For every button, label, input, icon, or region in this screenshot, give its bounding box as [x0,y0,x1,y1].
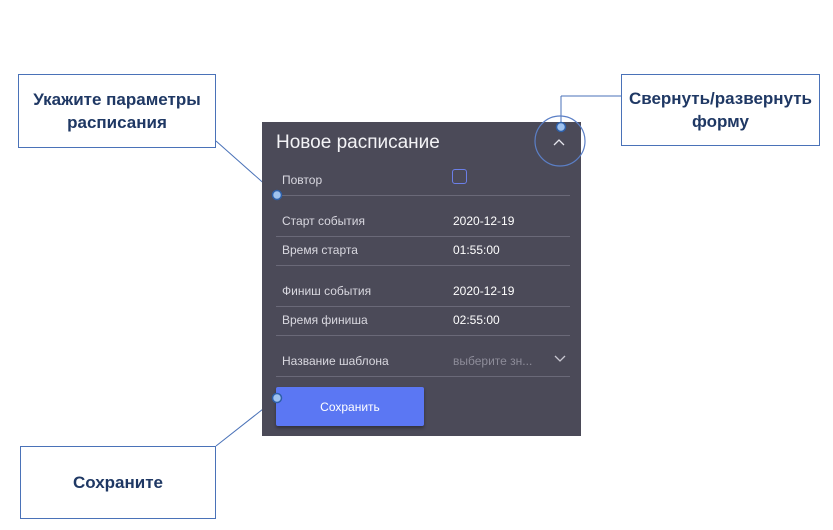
row-template[interactable]: Название шаблона выберите зн... [276,347,570,377]
callout-save-text: Сохраните [72,473,164,492]
start-time-field[interactable]: 01:55:00 [453,243,500,257]
end-time-field[interactable]: 02:55:00 [453,313,500,327]
end-date-label: Финиш события [282,284,372,298]
start-date-label: Старт события [282,214,365,228]
callout-collapse-line2: форму [691,112,749,131]
start-time-label: Время старта [282,243,358,257]
row-end-time: Время финиша 02:55:00 [276,306,570,336]
row-start-date: Старт события 2020-12-19 [276,207,570,237]
schedule-form: Новое расписание Повтор Старт события 20… [262,122,581,436]
chevron-down-icon[interactable] [554,355,566,363]
callout-collapse-line1: Свернуть/развернуть [628,89,813,108]
collapse-button[interactable] [549,132,569,152]
form-title: Новое расписание [276,132,440,153]
row-repeat: Повтор [276,166,570,196]
end-date-field[interactable]: 2020-12-19 [453,284,514,298]
chevron-up-icon [553,139,565,146]
callout-collapse: Свернуть/развернуть форму [621,74,820,146]
repeat-label: Повтор [282,173,323,187]
row-start-time: Время старта 01:55:00 [276,236,570,266]
template-select[interactable]: выберите зн... [453,354,532,368]
callout-params-line1: Укажите параметры [33,90,201,109]
callout-params: Укажите параметры расписания [18,74,216,148]
template-label: Название шаблона [282,354,389,368]
save-button[interactable]: Сохранить [276,387,424,426]
end-time-label: Время финиша [282,313,368,327]
callout-params-line2: расписания [67,113,167,132]
callout-save: Сохраните [20,446,216,519]
start-date-field[interactable]: 2020-12-19 [453,214,514,228]
row-end-date: Финиш события 2020-12-19 [276,277,570,307]
repeat-checkbox[interactable] [452,169,467,184]
